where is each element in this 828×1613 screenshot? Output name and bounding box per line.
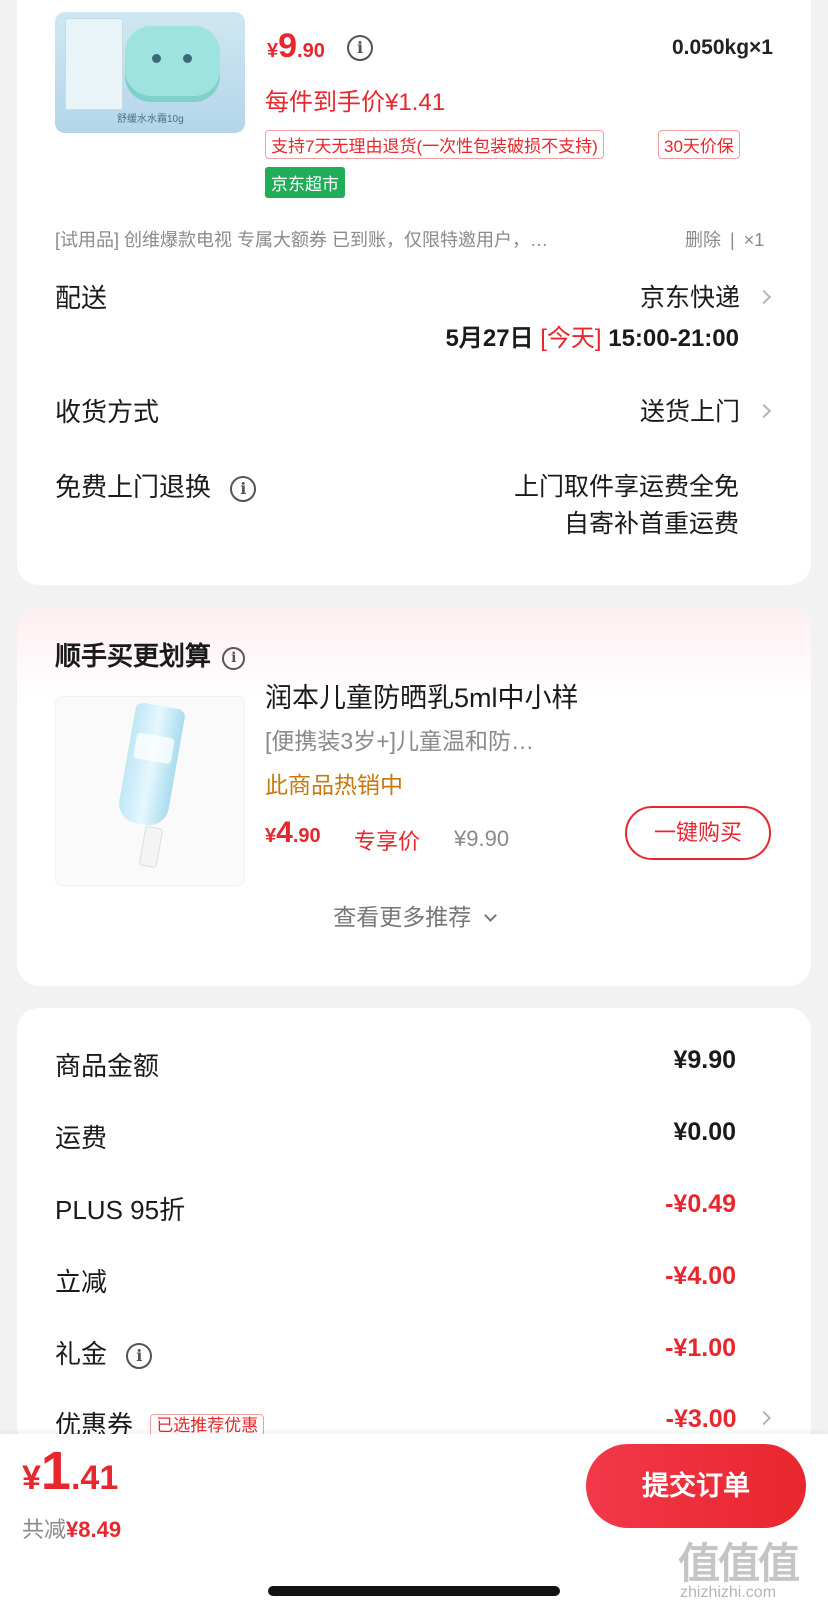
gift-info-icon[interactable]: i	[126, 1343, 153, 1369]
product-price: ¥9.90	[267, 27, 325, 65]
delivery-time: 5月27日 [今天] 15:00-21:00	[446, 318, 740, 353]
one-click-buy-button[interactable]: 一键购买	[625, 806, 771, 860]
price-info-icon[interactable]: i	[347, 35, 373, 61]
delivery-window: 15:00-21:00	[608, 325, 739, 352]
product-box-left	[65, 18, 123, 110]
summary-coupon-value: -¥3.00	[665, 1405, 737, 1433]
delivery-label: 配送	[55, 283, 108, 313]
summary-goods-label: 商品金额	[55, 1051, 160, 1081]
summary-shipping-value: ¥0.00	[673, 1118, 736, 1146]
recommend-hot-text: 此商品热销中	[265, 772, 403, 798]
weight-qty: 0.050kg×1	[671, 36, 773, 59]
delivery-carrier: 京东快递	[640, 284, 741, 312]
product-image-caption: 舒缓水水霜10g	[117, 114, 184, 125]
product-image[interactable]: 舒缓水水霜10g	[55, 12, 245, 133]
chevron-right-icon	[756, 289, 772, 305]
trial-item-text: [试用品] 创维爆款电视 专属大额券 已到账，仅限特邀用户，…	[55, 230, 549, 250]
home-indicator	[268, 1586, 560, 1596]
product-jar	[125, 26, 220, 102]
receive-method-value: 送货上门	[640, 398, 741, 426]
total-price: ¥1.41	[22, 1441, 119, 1501]
delivery-today: [今天]	[540, 325, 602, 352]
summary-instant-value: -¥4.00	[665, 1262, 736, 1290]
recommend-card: 顺手买更划算 i 润本儿童防晒乳5ml中小样 [便携装3岁+]儿童温和防… 此商…	[17, 606, 811, 986]
summary-plus-label: PLUS 95折	[55, 1195, 186, 1225]
recommend-info-icon[interactable]: i	[222, 647, 246, 670]
recommend-product-image[interactable]	[55, 696, 245, 886]
sunscreen-tube	[115, 701, 187, 829]
total-saved: 共减¥8.49	[22, 1517, 122, 1542]
summary-gift-value: -¥1.00	[665, 1334, 736, 1362]
sunscreen-cap	[138, 825, 164, 869]
free-return-info-icon[interactable]: i	[230, 476, 257, 502]
free-return-line1: 上门取件享运费全免	[513, 473, 739, 501]
trial-item-actions: 删除 | ×1	[685, 226, 764, 252]
checkout-bar: ¥1.41 共减¥8.49 提交订单 值值值 zhizhizhi.com	[0, 1434, 828, 1613]
chevron-right-icon	[756, 403, 772, 419]
recommend-title: 顺手买更划算 i	[55, 636, 246, 673]
summary-gift-label: 礼金 i	[55, 1334, 153, 1371]
price-protect-tag: 30天价保	[658, 130, 740, 159]
recommend-price: ¥4.90	[265, 816, 321, 849]
recommend-price-label: 专享价	[354, 829, 421, 854]
watermark-url: zhizhizhi.com	[680, 1584, 777, 1601]
summary-plus-value: -¥0.49	[665, 1190, 736, 1218]
delivery-date: 5月27日	[445, 325, 534, 352]
delivery-carrier-row[interactable]: 京东快递	[640, 278, 772, 314]
receive-method-row[interactable]: 送货上门	[640, 392, 772, 428]
watermark-logo: 值值值	[678, 1540, 800, 1587]
store-tag: 京东超市	[265, 167, 345, 198]
recommend-orig-price: ¥9.90	[454, 826, 510, 851]
summary-goods-value: ¥9.90	[673, 1046, 736, 1074]
free-return-line2: 自寄补首重运费	[563, 510, 739, 538]
free-return-label: 免费上门退换 i	[55, 467, 257, 504]
receive-method-label: 收货方式	[55, 397, 160, 427]
recommend-product-name[interactable]: 润本儿童防晒乳5ml中小样	[265, 676, 579, 715]
chevron-right-icon	[756, 1410, 772, 1426]
summary-instant-label: 立减	[55, 1267, 108, 1297]
trial-qty: ×1	[743, 230, 765, 250]
trial-delete-button[interactable]: 删除	[685, 230, 721, 250]
price-summary-card: 商品金额 ¥9.90 运费 ¥0.00 PLUS 95折 -¥0.49 立减 -…	[17, 1008, 811, 1448]
per-item-price: 每件到手价¥1.41	[265, 89, 446, 116]
trial-separator: |	[730, 230, 735, 250]
summary-coupon-row[interactable]: -¥3.00	[665, 1405, 772, 1434]
view-more-recommend[interactable]: 查看更多推荐	[17, 898, 811, 932]
submit-order-button[interactable]: 提交订单	[586, 1444, 806, 1528]
order-info-card: 舒缓水水霜10g ¥9.90 i 0.050kg×1 每件到手价¥1.41 支持…	[17, 0, 811, 585]
recommend-product-desc: [便携装3岁+]儿童温和防…	[265, 728, 535, 754]
summary-shipping-label: 运费	[55, 1123, 108, 1153]
return-tag: 支持7天无理由退货(一次性包装破损不支持)	[265, 130, 604, 159]
chevron-down-icon	[483, 909, 497, 922]
